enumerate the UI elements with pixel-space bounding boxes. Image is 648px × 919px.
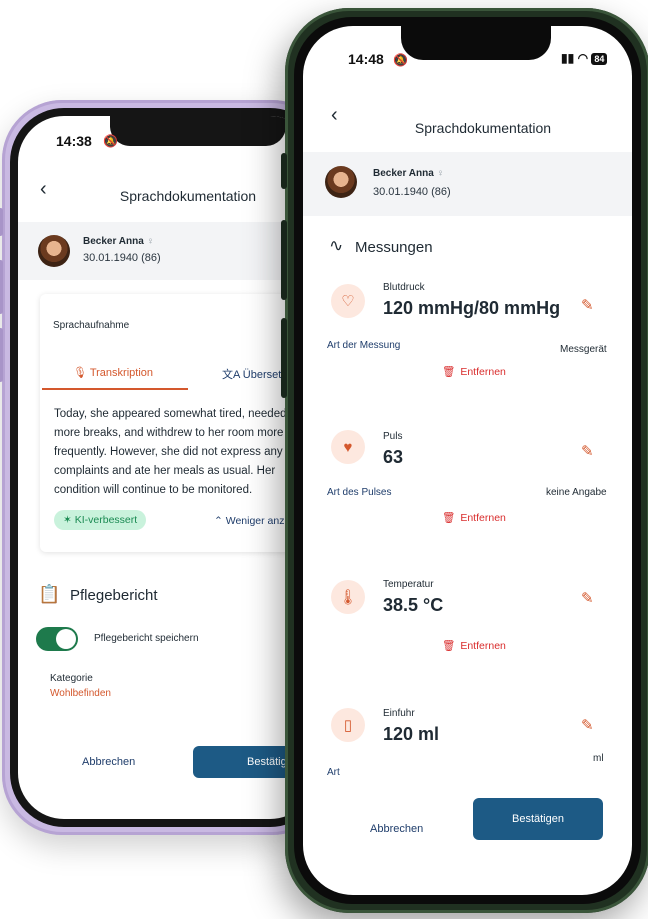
transcript-text: Today, she appeared somewhat tired, need… (54, 408, 287, 496)
tab-transcription[interactable]: 🎙 Transkription (73, 366, 153, 379)
measurement-type-value[interactable]: keine Angabe (546, 487, 607, 498)
cancel-button[interactable]: Abbrechen (370, 823, 423, 835)
front-phone-screen: 14:48 🔕 ▮▮ ◠ 84 ‹ Sprachdokumentation Be… (303, 26, 632, 895)
silent-bell-icon: 🔕 (393, 53, 408, 67)
measurement-type-label: Art (327, 767, 340, 778)
edit-pencil-icon[interactable]: ✎ (581, 716, 594, 734)
patient-dob: 30.01.1940 (86) (83, 252, 161, 264)
toggle-label: Pflegebericht speichern (94, 633, 199, 644)
active-tab-indicator (42, 388, 188, 390)
front-phone-frame: 14:48 🔕 ▮▮ ◠ 84 ‹ Sprachdokumentation Be… (281, 8, 648, 913)
edit-pencil-icon[interactable]: ✎ (581, 296, 594, 314)
patient-dob: 30.01.1940 (86) (373, 186, 451, 198)
status-time: 14:48 (348, 51, 384, 67)
pulse-heart-icon: ♥ (331, 430, 365, 464)
chevron-up-icon: ⌃ (214, 515, 223, 527)
translate-icon: 文A (222, 369, 240, 381)
microphone-icon: 🎙 (73, 367, 87, 379)
volume-up-button (281, 220, 287, 300)
edit-pencil-icon[interactable]: ✎ (581, 589, 594, 607)
edit-pencil-icon[interactable]: ✎ (581, 442, 594, 460)
nav-title: Sprachdokumentation (414, 120, 552, 136)
voice-card-heading: Sprachaufnahme (53, 320, 130, 331)
ai-improved-badge: ✶ KI-verbessert (54, 510, 147, 530)
heart-pulse-icon: ♡ (331, 284, 365, 318)
voice-recording-card: Sprachaufnahme 🎙 Transkription 文A Überse… (40, 294, 316, 552)
silent-bell-icon: 🔕 (103, 134, 118, 148)
patient-name: Becker Anna ♀ (83, 236, 155, 247)
measurement-value: 120 ml (383, 724, 440, 744)
wifi-icon: ◠ (577, 51, 589, 65)
cup-icon: ▯ (331, 708, 365, 742)
measurement-type-value[interactable]: Messgerät (560, 344, 607, 355)
confirm-button[interactable]: Bestätigen (473, 798, 603, 840)
trash-icon: 🗑 (442, 366, 456, 378)
measurement-label: Temperatur (383, 579, 434, 590)
remove-button[interactable]: 🗑 Entfernen (442, 639, 506, 652)
avatar (38, 235, 70, 267)
measurement-value: 38.5 °C (383, 595, 444, 615)
avatar (325, 166, 357, 198)
notch (401, 26, 551, 60)
measurement-type-label: Art des Pulses (327, 487, 392, 498)
cancel-button[interactable]: Abbrechen (82, 756, 135, 768)
remove-button[interactable]: 🗑 Entfernen (442, 511, 506, 524)
remove-button[interactable]: 🗑 Entfernen (442, 365, 506, 378)
volume-up-button (0, 260, 3, 314)
chevron-left-icon[interactable]: ‹ (331, 104, 338, 127)
mute-switch (0, 208, 3, 236)
category-label: Kategorie (50, 673, 93, 684)
mute-switch (281, 153, 287, 189)
nav-title: Sprachdokumentation (119, 188, 257, 204)
patient-header[interactable]: Becker Anna ♀ 30.01.1940 (86) (18, 222, 316, 280)
status-time: 14:38 (56, 133, 92, 149)
volume-down-button (0, 328, 3, 382)
chevron-left-icon[interactable]: ‹ (40, 178, 47, 201)
measurements-title: Messungen (355, 239, 433, 256)
back-phone-frame: 14:38 🔕 ‹ Sprachdokumentation Becker Ann… (0, 100, 332, 835)
signal-icon: ▮▮ (561, 51, 575, 65)
measurement-type-value[interactable]: ml (593, 753, 604, 764)
notch (110, 116, 286, 146)
measurement-label: Einfuhr (383, 708, 415, 719)
measurement-label: Blutdruck (383, 282, 425, 293)
measurement-type-label: Art der Messung (327, 340, 401, 351)
category-value[interactable]: Wohlbefinden (50, 688, 111, 699)
back-phone-screen: 14:38 🔕 ‹ Sprachdokumentation Becker Ann… (18, 116, 316, 819)
care-report-title: Pflegebericht (70, 587, 158, 604)
patient-name: Becker Anna ♀ (373, 168, 445, 179)
sparkle-wand-icon: ✶ (63, 514, 72, 526)
trash-icon: 🗑 (442, 640, 456, 652)
measurement-label: Puls (383, 431, 403, 442)
female-icon: ♀ (146, 236, 155, 247)
measurement-value: 120 mmHg/80 mmHg (383, 298, 561, 318)
status-indicators: ▮▮ ◠ 84 (561, 51, 608, 65)
female-icon: ♀ (436, 168, 445, 179)
patient-header[interactable]: Becker Anna ♀ 30.01.1940 (86) (303, 152, 632, 216)
show-less-toggle[interactable]: ⌃ Weniger anz (214, 515, 285, 527)
vital-signs-icon: ∿ (329, 236, 344, 255)
battery-icon: 84 (591, 52, 608, 65)
trash-icon: 🗑 (442, 512, 456, 524)
measurement-value: 63 (383, 447, 404, 467)
save-report-toggle[interactable] (36, 627, 78, 651)
volume-down-button (281, 318, 287, 398)
clipboard-icon: 📋 (38, 584, 61, 604)
thermometer-icon: 🌡 (331, 580, 365, 614)
